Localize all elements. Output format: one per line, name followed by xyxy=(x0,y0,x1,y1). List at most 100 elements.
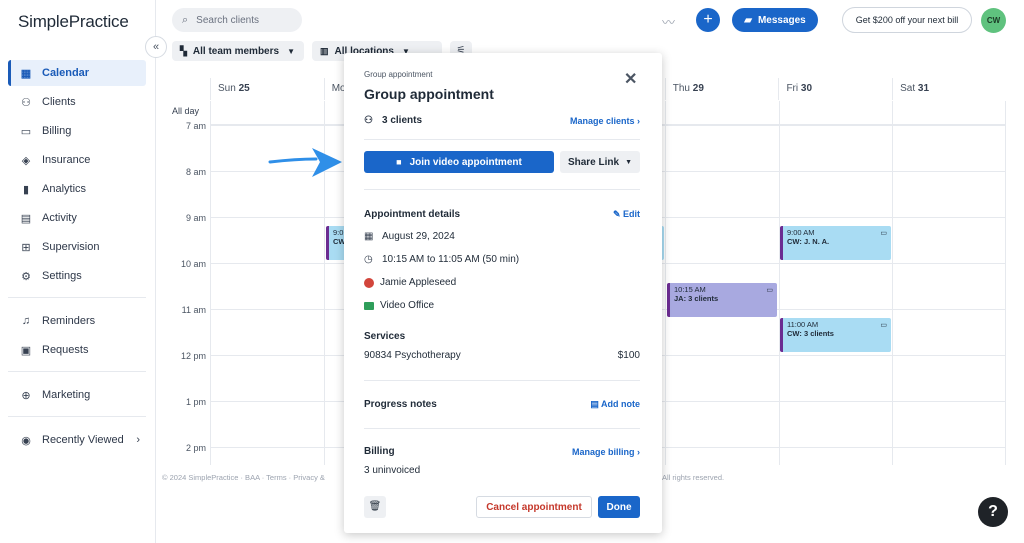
sidebar-divider xyxy=(8,371,146,372)
details-title: Appointment details xyxy=(364,209,461,220)
day-line xyxy=(210,101,211,465)
avatar[interactable]: CW xyxy=(981,8,1006,33)
day-line xyxy=(892,101,893,465)
time-label: 11 am xyxy=(181,305,206,315)
video-camera-icon: ▭ xyxy=(880,230,887,237)
manage-clients-link[interactable]: Manage clients › xyxy=(570,116,640,126)
video-camera-icon: ▭ xyxy=(766,287,773,294)
popup-title: Group appointment xyxy=(364,86,494,102)
building-icon: ▥ xyxy=(320,45,329,56)
add-note-link[interactable]: ▤ Add note xyxy=(590,399,640,410)
trend-icon[interactable]: 〰 xyxy=(662,12,675,31)
calendar-event[interactable]: 10:15 AM JA: 3 clients ▭ xyxy=(667,283,777,317)
day-header-sat[interactable]: Sat 31 xyxy=(892,78,1006,100)
sidebar-item-label: Clients xyxy=(42,96,76,108)
sidebar-item-reminders[interactable]: ♫ Reminders xyxy=(8,308,146,334)
sidebar-item-label: Calendar xyxy=(42,67,90,79)
sidebar-item-analytics[interactable]: ▮ Analytics xyxy=(8,176,146,202)
footer-left: © 2024 SimplePractice · BAA · Terms · Pr… xyxy=(162,473,325,482)
day-header-thu[interactable]: Thu 29 xyxy=(664,78,779,100)
appointment-popup: Group appointment Group appointment ✕ ⚇ … xyxy=(344,53,662,533)
calendar-icon: ▦ xyxy=(20,67,32,80)
caret-down-icon: ▼ xyxy=(625,158,633,166)
sidebar-item-label: Reminders xyxy=(42,315,96,327)
sidebar-item-billing[interactable]: ▭ Billing xyxy=(8,118,146,144)
clients-icon: ⚇ xyxy=(21,96,31,109)
promo-button[interactable]: Get $200 off your next bill xyxy=(842,7,972,33)
eye-icon: ◉ xyxy=(21,434,31,447)
sidebar-item-label: Activity xyxy=(42,212,77,224)
help-button[interactable]: ? xyxy=(978,497,1008,527)
video-camera-icon: ▭ xyxy=(880,322,887,329)
supervision-icon: ⊞ xyxy=(21,241,31,254)
appointment-time: 10:15 AM to 11:05 AM (50 min) xyxy=(382,254,520,265)
collapse-sidebar-button[interactable]: « xyxy=(145,36,167,58)
time-label: 7 am xyxy=(185,121,206,131)
sidebar-item-clients[interactable]: ⚇ Clients xyxy=(8,89,146,115)
activity-icon: ▤ xyxy=(20,212,32,225)
event-title: CW: J. N. A. xyxy=(787,237,830,246)
billing-status-row: 3 uninvoiced xyxy=(364,465,640,476)
messages-button[interactable]: ▰ Messages xyxy=(732,8,818,32)
done-button[interactable]: Done xyxy=(598,496,640,518)
sidebar-item-label: Insurance xyxy=(42,154,91,166)
sidebar-item-requests[interactable]: ▣ Requests xyxy=(8,337,146,363)
team-filter-label: All team members xyxy=(192,45,280,57)
search-input[interactable] xyxy=(196,14,287,26)
clinician-avatar xyxy=(364,277,374,288)
calendar-event[interactable]: 9:00 AM CW: J. N. A. ▭ xyxy=(780,226,891,260)
share-link-button[interactable]: Share Link ▼ xyxy=(560,151,640,173)
sidebar-item-label: Recently Viewed xyxy=(42,434,124,446)
add-button[interactable]: + xyxy=(696,8,720,32)
time-label: 1 pm xyxy=(185,397,206,407)
search-bar[interactable]: ⌕ xyxy=(172,8,302,32)
day-header-fri[interactable]: Fri 30 xyxy=(778,78,892,100)
trash-icon: 🗑 xyxy=(368,501,382,512)
time-label: 9 am xyxy=(185,213,206,223)
day-line xyxy=(779,101,780,465)
chevron-right-icon: › xyxy=(136,434,140,446)
sidebar-item-label: Requests xyxy=(42,344,89,356)
clients-icon: ⚇ xyxy=(364,115,373,126)
divider xyxy=(364,428,640,429)
sidebar-item-supervision[interactable]: ⊞ Supervision xyxy=(8,234,146,260)
service-price: $100 xyxy=(617,350,640,361)
bell-icon: ♫ xyxy=(21,315,31,327)
clients-row: ⚇ 3 clients Manage clients › xyxy=(364,115,640,126)
divider xyxy=(364,380,640,381)
messages-label: Messages xyxy=(757,14,806,26)
edit-link[interactable]: ✎ Edit xyxy=(613,209,640,220)
shield-icon: ◈ xyxy=(21,154,31,167)
sidebar-item-calendar[interactable]: ▦ Calendar xyxy=(8,60,146,86)
sidebar-item-insurance[interactable]: ◈ Insurance xyxy=(8,147,146,173)
close-icon[interactable]: ✕ xyxy=(624,69,637,89)
sidebar-item-recently-viewed[interactable]: ◉ Recently Viewed › xyxy=(8,427,146,453)
video-camera-icon: ■ xyxy=(396,157,402,167)
sidebar-item-label: Analytics xyxy=(42,183,87,195)
message-icon: ▰ xyxy=(744,14,752,26)
event-time: 11:00 AM xyxy=(787,320,819,329)
day-header-sun[interactable]: Sun 25 xyxy=(210,78,324,100)
sidebar-item-label: Supervision xyxy=(42,241,100,253)
progress-notes-title: Progress notes xyxy=(364,399,437,410)
caret-down-icon: ▼ xyxy=(287,46,295,56)
join-video-button[interactable]: ■ Join video appointment xyxy=(364,151,554,173)
billing-title: Billing xyxy=(364,446,395,457)
cancel-appointment-button[interactable]: Cancel appointment xyxy=(476,496,592,518)
services-title: Services xyxy=(364,331,406,342)
sidebar-divider xyxy=(8,297,146,298)
delete-button[interactable]: 🗑 xyxy=(364,496,386,518)
calendar-event[interactable]: 11:00 AM CW: 3 clients ▭ xyxy=(780,318,891,352)
team-members-filter[interactable]: ▚ All team members ▼ xyxy=(172,41,304,61)
app-logo[interactable]: SimplePractice xyxy=(18,12,129,32)
manage-billing-link[interactable]: Manage billing › xyxy=(572,447,640,457)
sidebar-item-label: Billing xyxy=(42,125,72,137)
sidebar-item-settings[interactable]: ⚙ Settings xyxy=(8,263,146,289)
sidebar-item-marketing[interactable]: ⊕ Marketing xyxy=(8,382,146,408)
billing-status: 3 uninvoiced xyxy=(364,465,421,476)
time-label: 12 pm xyxy=(180,351,206,361)
gear-icon: ⚙ xyxy=(21,270,31,283)
sidebar-item-activity[interactable]: ▤ Activity xyxy=(8,205,146,231)
popup-subtitle: Group appointment xyxy=(364,70,433,79)
video-office-icon xyxy=(364,301,374,310)
